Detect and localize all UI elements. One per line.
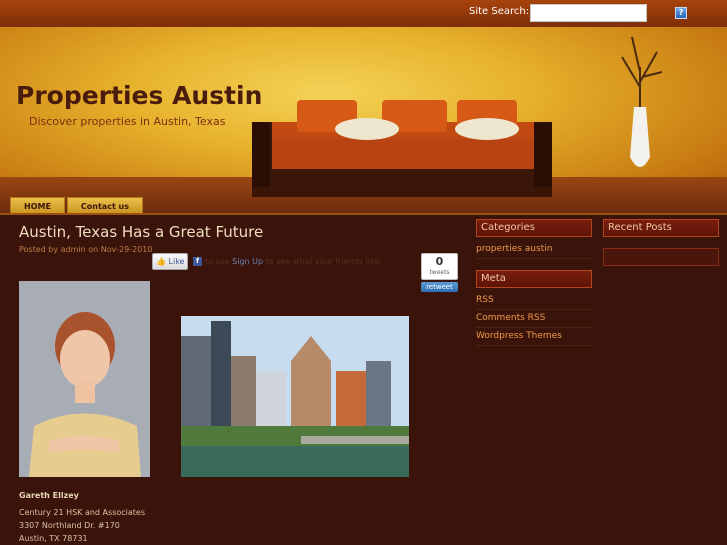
tweet-count: 0 <box>435 255 444 268</box>
facebook-social-text: to see Sign Up to see what your friends … <box>205 257 382 266</box>
category-link[interactable]: properties austin <box>476 244 592 259</box>
meta-link-rss[interactable]: RSS <box>476 295 592 310</box>
facebook-signup-link[interactable]: Sign Up <box>232 257 263 266</box>
agent-name: Gareth Ellzey <box>19 491 79 500</box>
post-meta: Posted by admin on Nov-29-2010 <box>19 245 153 254</box>
recent-posts-box <box>603 248 719 266</box>
post-title[interactable]: Austin, Texas Has a Great Future <box>19 223 263 241</box>
site-tagline: Discover properties in Austin, Texas <box>29 115 226 128</box>
austin-skyline-photo <box>181 316 409 477</box>
categories-widget-title: Categories <box>476 219 592 237</box>
agent-photo <box>19 281 150 477</box>
nav-bar: HOME Contact us <box>10 197 145 213</box>
retweet-button[interactable]: retweet <box>421 282 458 292</box>
like-label: Like <box>168 257 185 266</box>
nav-item-contact[interactable]: Contact us <box>66 197 144 213</box>
tweet-label: tweets <box>429 269 450 276</box>
meta-widget-title: Meta <box>476 270 592 288</box>
meta-link-wordpress-themes[interactable]: Wordpress Themes <box>476 331 592 346</box>
header-banner: Properties Austin Discover properties in… <box>0 27 727 215</box>
agent-street: 3307 Northland Dr. #170 <box>19 521 120 530</box>
agent-company: Century 21 HSK and Associates <box>19 508 146 517</box>
tweet-counter: 0 tweets <box>421 253 458 280</box>
search-input[interactable] <box>530 4 647 22</box>
vase-illustration <box>621 36 663 167</box>
fb-suffix: to see what your friends like. <box>265 257 382 266</box>
top-bar: Site Search: ? <box>0 0 727 27</box>
nav-item-home[interactable]: HOME <box>10 197 65 213</box>
facebook-icon: f <box>193 257 202 266</box>
fb-prefix: to see <box>205 257 230 266</box>
site-title[interactable]: Properties Austin <box>16 81 262 110</box>
facebook-like-button[interactable]: 👍 Like <box>152 253 188 270</box>
search-button[interactable]: ? <box>675 7 687 19</box>
agent-city: Austin, TX 78731 <box>19 534 88 543</box>
thumbs-up-icon: 👍 <box>156 257 166 266</box>
recent-posts-widget-title: Recent Posts <box>603 219 719 237</box>
sofa-illustration <box>252 100 552 197</box>
search-label: Site Search: <box>469 6 530 17</box>
agent-info: Gareth Ellzey Century 21 HSK and Associa… <box>19 491 145 545</box>
meta-link-comments-rss[interactable]: Comments RSS <box>476 313 592 328</box>
